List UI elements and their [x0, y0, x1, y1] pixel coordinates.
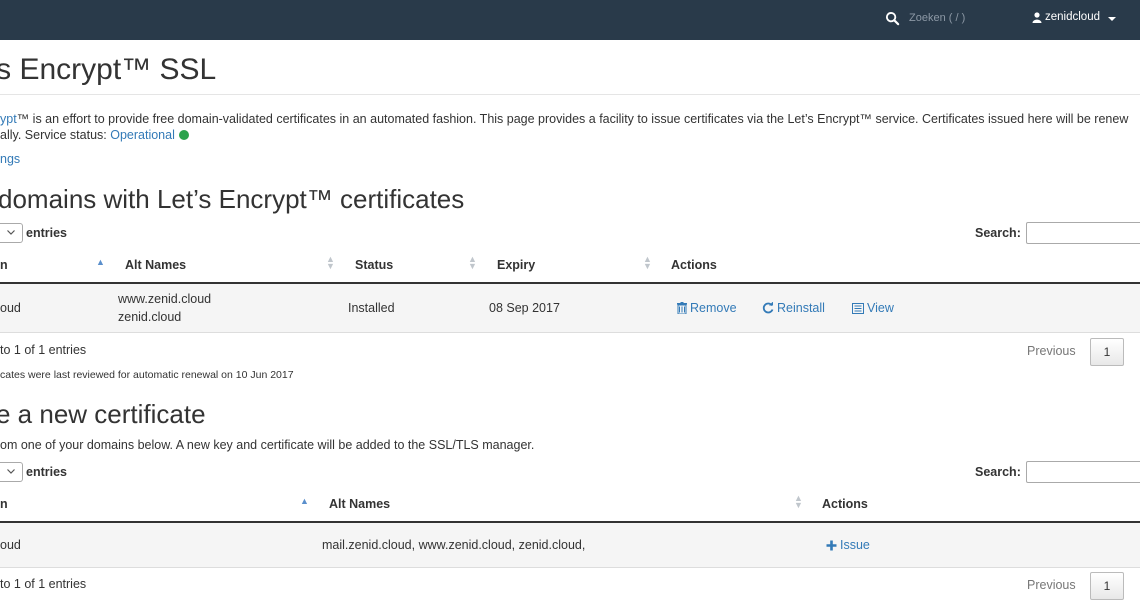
list-icon	[852, 302, 864, 314]
plus-icon	[826, 540, 837, 550]
row-expiry: 08 Sep 2017	[489, 301, 560, 315]
previous-page-button[interactable]: Previous	[1027, 344, 1076, 358]
settings-link[interactable]: ngs	[0, 152, 20, 166]
service-status-link[interactable]: Operational	[110, 128, 175, 142]
top-navbar: Zoeken ( / ) zenidcloud	[0, 0, 1140, 40]
row-domain: oud	[0, 538, 21, 552]
issue-subtitle: om one of your domains below. A new key …	[0, 438, 535, 452]
user-icon	[1032, 11, 1042, 23]
col-alt-names[interactable]: Alt Names	[125, 258, 186, 272]
sort-asc-icon[interactable]: ▲	[96, 257, 105, 267]
table-search-input[interactable]	[1026, 461, 1140, 483]
remove-label: Remove	[690, 301, 737, 315]
col-expiry[interactable]: Expiry	[497, 258, 535, 272]
intro-text-2: ally. Service status:	[0, 128, 111, 142]
page-title: ’s Encrypt™ SSL	[0, 53, 217, 86]
intro-line-2: ally. Service status: Operational	[0, 128, 189, 142]
issue-label: Issue	[840, 538, 870, 552]
view-button[interactable]: View	[852, 301, 894, 315]
col-domain[interactable]: n	[0, 258, 8, 272]
title-divider	[0, 94, 1140, 95]
search-icon[interactable]	[885, 11, 900, 26]
installed-section-title: domains with Let’s Encrypt™ certificates	[0, 184, 465, 214]
table-search-input[interactable]	[1026, 222, 1140, 244]
sort-icon[interactable]: ▲ ▼	[794, 494, 803, 510]
table-info: to 1 of 1 entries	[0, 577, 87, 591]
col-actions: Actions	[671, 258, 717, 272]
chevron-down-icon[interactable]	[1108, 17, 1116, 21]
page-1-button[interactable]: 1	[1090, 338, 1124, 366]
sort-icon[interactable]: ▲ ▼	[468, 255, 477, 271]
trash-icon	[677, 302, 687, 314]
search-label: Search:	[975, 226, 1021, 240]
status-dot-icon	[178, 130, 189, 140]
entries-select[interactable]	[0, 223, 23, 243]
row-alt-name-1: www.zenid.cloud	[118, 292, 212, 306]
row-alt-names: mail.zenid.cloud, www.zenid.cloud, zenid…	[322, 538, 586, 552]
col-status[interactable]: Status	[355, 258, 393, 272]
table-info: to 1 of 1 entries	[0, 343, 87, 357]
entries-select[interactable]	[0, 462, 23, 482]
global-search-input[interactable]: Zoeken ( / )	[909, 12, 965, 24]
view-label: View	[867, 301, 894, 315]
chevron-down-icon	[7, 230, 15, 235]
col-alt-names[interactable]: Alt Names	[329, 497, 390, 511]
previous-page-button[interactable]: Previous	[1027, 578, 1076, 592]
row-alt-name-2: zenid.cloud	[118, 310, 182, 324]
sort-asc-icon[interactable]: ▲	[300, 496, 309, 506]
row-status: Installed	[348, 301, 395, 315]
review-note: cates were last reviewed for automatic r…	[0, 369, 294, 381]
reinstall-button[interactable]: Reinstall	[762, 301, 825, 315]
col-actions: Actions	[822, 497, 868, 511]
letsencrypt-link[interactable]: ypt	[0, 112, 17, 126]
issue-section-title: e a new certificate	[0, 399, 206, 429]
entries-label: entries	[26, 226, 67, 240]
row-domain: oud	[0, 301, 21, 315]
remove-button[interactable]: Remove	[677, 301, 737, 315]
issue-button[interactable]: Issue	[826, 538, 870, 552]
intro-text: ™ is an effort to provide free domain-va…	[16, 112, 1129, 126]
chevron-down-icon	[7, 469, 15, 474]
refresh-icon	[762, 302, 774, 314]
reinstall-label: Reinstall	[777, 301, 825, 315]
search-label: Search:	[975, 465, 1021, 479]
entries-label: entries	[26, 465, 67, 479]
sort-icon[interactable]: ▲ ▼	[643, 255, 652, 271]
user-menu[interactable]: zenidcloud	[1032, 11, 1100, 23]
intro-line-1: ypt™ is an effort to provide free domain…	[0, 112, 1128, 126]
sort-icon[interactable]: ▲ ▼	[326, 255, 335, 271]
page-1-button[interactable]: 1	[1090, 572, 1124, 600]
user-name: zenidcloud	[1045, 11, 1100, 23]
col-domain[interactable]: n	[0, 497, 8, 511]
